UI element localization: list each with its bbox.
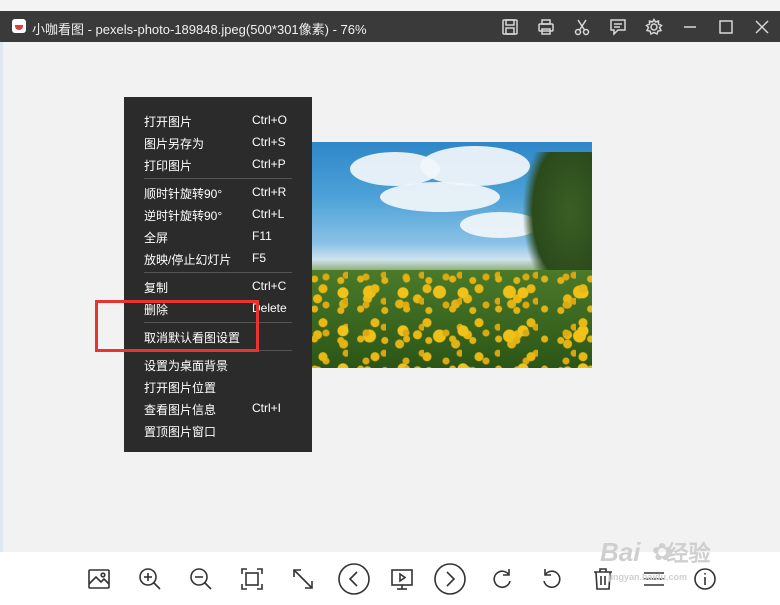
close-icon[interactable] bbox=[744, 11, 780, 42]
menu-item-label: 置顶图片窗口 bbox=[144, 425, 217, 439]
menu-item-pin-window[interactable]: 置顶图片窗口 bbox=[124, 419, 312, 441]
next-icon[interactable] bbox=[433, 562, 467, 596]
menu-item-shortcut: Ctrl+P bbox=[252, 157, 286, 171]
menu-item-shortcut: Ctrl+S bbox=[252, 135, 286, 149]
actual-size-icon[interactable] bbox=[289, 565, 317, 593]
menu-item-label: 图片另存为 bbox=[144, 137, 205, 151]
save-icon[interactable] bbox=[492, 11, 528, 42]
menu-item-shortcut: Ctrl+C bbox=[252, 279, 287, 293]
menu-item-shortcut: Ctrl+O bbox=[252, 113, 288, 127]
menu-item-shortcut: Ctrl+I bbox=[252, 401, 282, 415]
menu-item-print[interactable]: 打印图片 Ctrl+P bbox=[124, 153, 312, 175]
rotate-counterclockwise-icon[interactable] bbox=[538, 565, 566, 593]
menu-item-rotate-clockwise[interactable]: 顺时针旋转90° Ctrl+R bbox=[124, 181, 312, 203]
gear-icon[interactable] bbox=[636, 11, 672, 42]
menu-item-image-info[interactable]: 查看图片信息 Ctrl+I bbox=[124, 397, 312, 419]
image-viewer-window: 小咖看图 - pexels-photo-189848.jpeg(500*301像… bbox=[0, 0, 780, 605]
menu-item-open-location[interactable]: 打开图片位置 bbox=[124, 375, 312, 397]
zoom-in-icon[interactable] bbox=[136, 565, 164, 593]
menu-item-slideshow[interactable]: 放映/停止幻灯片 F5 bbox=[124, 247, 312, 269]
menu-item-label: 复制 bbox=[144, 281, 169, 295]
maximize-icon[interactable] bbox=[708, 11, 744, 42]
menu-item-copy[interactable]: 复制 Ctrl+C bbox=[124, 275, 312, 297]
cloud-shape bbox=[420, 146, 530, 186]
previous-icon[interactable] bbox=[337, 562, 371, 596]
menu-separator bbox=[144, 272, 292, 273]
menu-item-fullscreen[interactable]: 全屏 F11 bbox=[124, 225, 312, 247]
window-title: 小咖看图 - pexels-photo-189848.jpeg(500*301像… bbox=[32, 22, 367, 37]
menu-item-shortcut: F11 bbox=[252, 229, 272, 243]
menu-item-save-as[interactable]: 图片另存为 Ctrl+S bbox=[124, 131, 312, 153]
minimize-icon[interactable] bbox=[672, 11, 708, 42]
title-bar[interactable]: 小咖看图 - pexels-photo-189848.jpeg(500*301像… bbox=[0, 11, 780, 42]
annotation-highlight-box bbox=[95, 300, 259, 352]
menu-item-label: 逆时针旋转90° bbox=[144, 209, 223, 223]
menu-item-label: 全屏 bbox=[144, 231, 169, 245]
menu-item-shortcut: Ctrl+L bbox=[252, 207, 285, 221]
sunflower-field bbox=[310, 270, 592, 368]
comment-icon[interactable] bbox=[600, 11, 636, 42]
app-logo-icon bbox=[12, 19, 26, 33]
window-top-edge bbox=[0, 0, 780, 11]
print-icon[interactable] bbox=[528, 11, 564, 42]
slideshow-icon[interactable] bbox=[388, 565, 416, 593]
rotate-clockwise-icon[interactable] bbox=[488, 565, 516, 593]
menu-item-label: 顺时针旋转90° bbox=[144, 187, 223, 201]
context-menu: 打开图片 Ctrl+O 图片另存为 Ctrl+S 打印图片 Ctrl+P 顺时针… bbox=[124, 97, 312, 452]
menu-item-label: 放映/停止幻灯片 bbox=[144, 253, 232, 267]
image-icon[interactable] bbox=[85, 565, 113, 593]
menu-item-label: 打开图片 bbox=[144, 115, 193, 129]
menu-separator bbox=[144, 178, 292, 179]
menu-item-set-wallpaper[interactable]: 设置为桌面背景 bbox=[124, 353, 312, 375]
scissors-icon[interactable] bbox=[564, 11, 600, 42]
menu-item-rotate-counterclockwise[interactable]: 逆时针旋转90° Ctrl+L bbox=[124, 203, 312, 225]
paw-icon: ✿ bbox=[652, 539, 673, 566]
title-bar-actions bbox=[492, 11, 780, 42]
menu-item-open-image[interactable]: 打开图片 Ctrl+O bbox=[124, 109, 312, 131]
menu-item-shortcut: F5 bbox=[252, 251, 267, 265]
fit-screen-icon[interactable] bbox=[238, 565, 266, 593]
menu-item-label: 查看图片信息 bbox=[144, 403, 217, 417]
menu-item-label: 设置为桌面背景 bbox=[144, 359, 229, 373]
menu-item-shortcut: Ctrl+R bbox=[252, 185, 287, 199]
watermark-url: jingyan.baidu.com bbox=[608, 572, 688, 582]
sunflower-photo[interactable] bbox=[310, 142, 592, 368]
cloud-shape bbox=[380, 182, 500, 212]
menu-item-label: 打开图片位置 bbox=[144, 381, 217, 395]
baidu-watermark: Bai 经验 ✿ jingyan.baidu.com bbox=[600, 520, 770, 582]
zoom-out-icon[interactable] bbox=[187, 565, 215, 593]
menu-item-label: 打印图片 bbox=[144, 159, 193, 173]
